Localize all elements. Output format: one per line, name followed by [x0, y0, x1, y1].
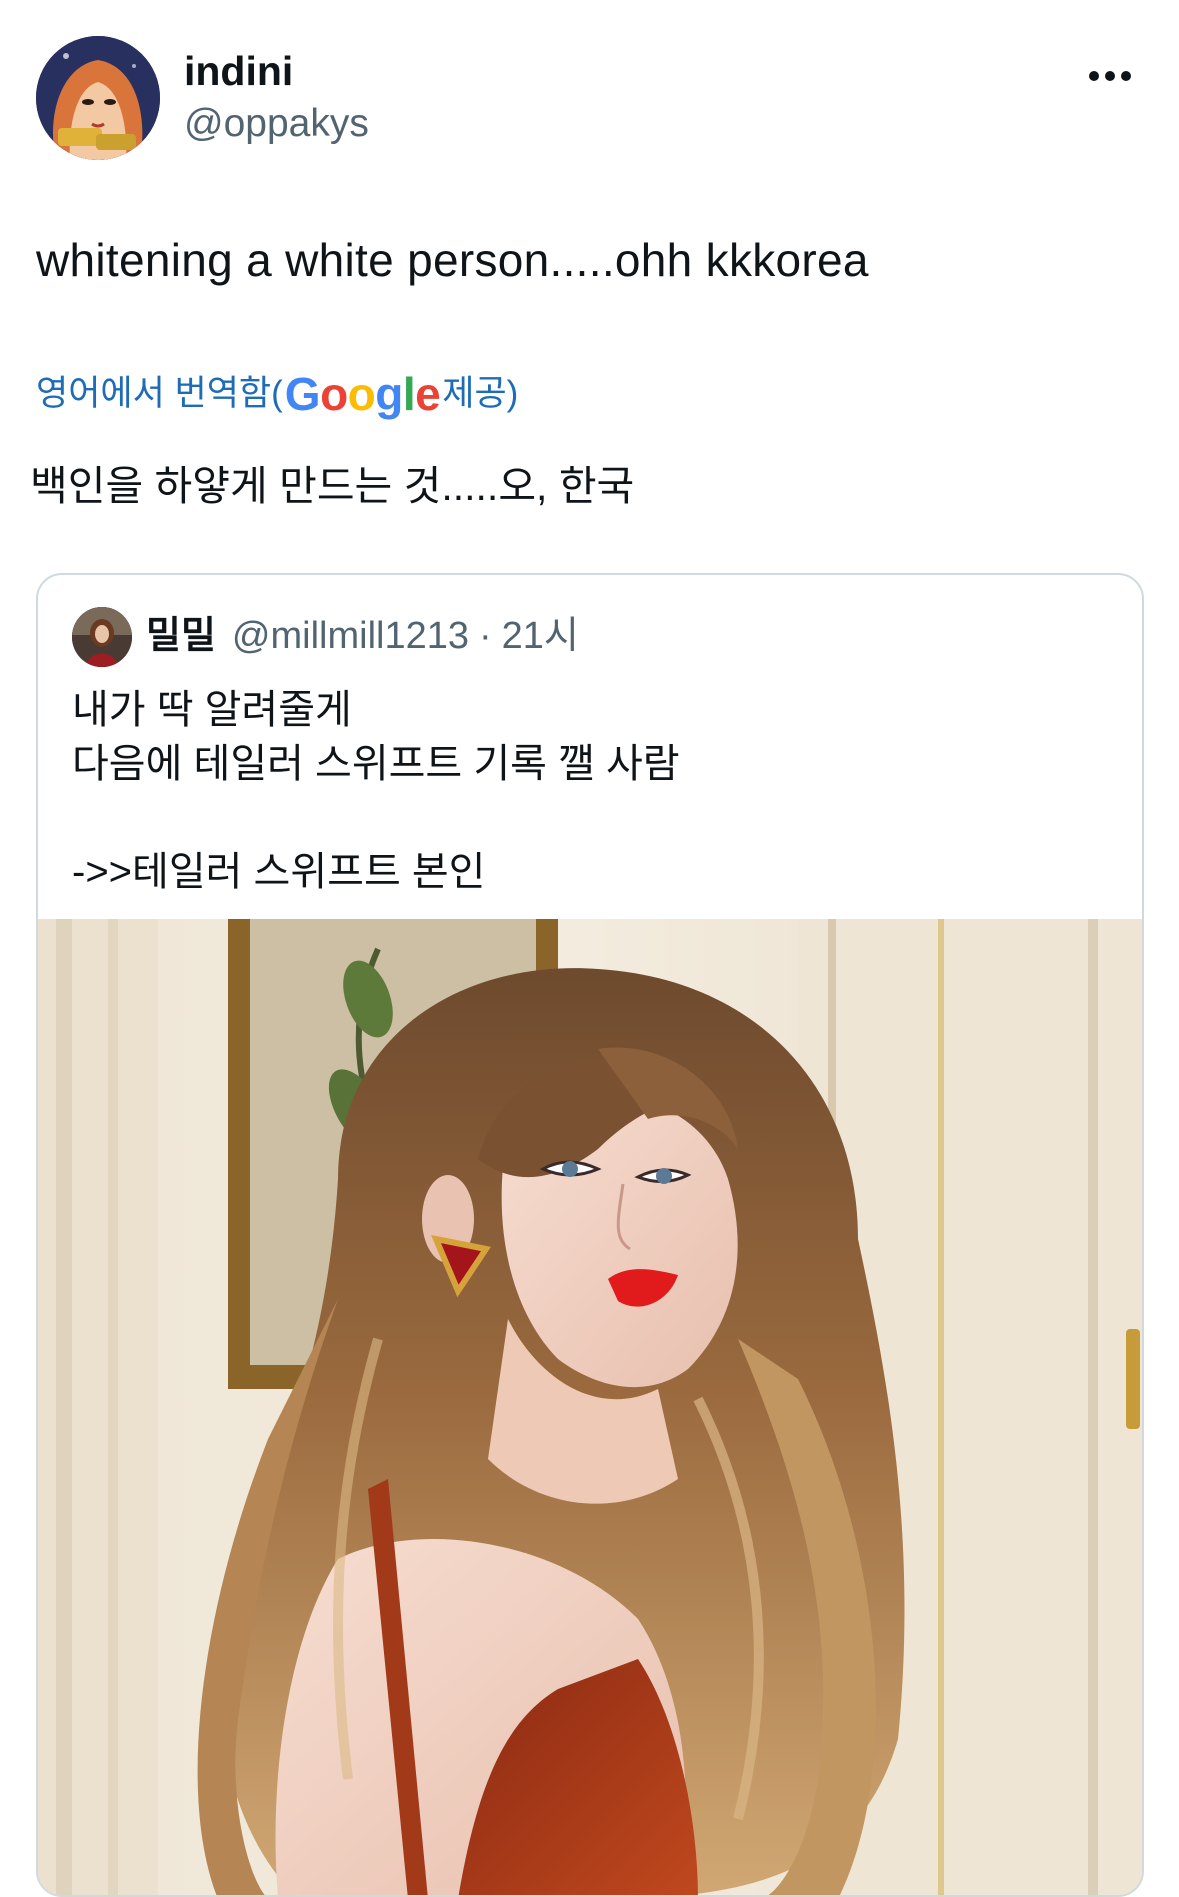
avatar-illustration — [36, 36, 160, 160]
quoted-handle[interactable]: @millmill1213 — [232, 611, 469, 661]
quoted-tweet-header: 밀밀 @millmill1213 · 21시 — [146, 611, 579, 661]
translation-prefix: 영어에서 번역함( — [36, 374, 283, 413]
quoted-text-line: ->>테일러 스위프트 본인 — [72, 850, 486, 894]
translation-suffix: 제공) — [442, 374, 519, 413]
quoted-tweet-card[interactable]: 밀밀 @millmill1213 · 21시 내가 딱 알려줄게 다음에 테일러… — [36, 573, 1144, 1897]
quoted-tweet-text: 내가 딱 알려줄게 다음에 테일러 스위프트 기록 깰 사람 ->>테일러 스위… — [72, 683, 680, 899]
tweet: indini @oppakys whitening a white person… — [0, 0, 1179, 1897]
quoted-display-name[interactable]: 밀밀 — [146, 611, 216, 661]
google-logo: Google — [284, 368, 441, 420]
more-options-button[interactable] — [1080, 56, 1140, 96]
portrait-photo — [38, 919, 1142, 1895]
quoted-tweet-photo[interactable] — [38, 919, 1142, 1895]
translation-attribution[interactable]: 영어에서 번역함( Google 제공) — [36, 370, 518, 418]
author-handle[interactable]: @oppakys — [184, 100, 369, 148]
quoted-text-line — [72, 791, 680, 845]
quoted-text-line: 내가 딱 알려줄게 — [72, 688, 352, 732]
translated-text: 백인을 하얗게 만드는 것.....오, 한국 — [30, 463, 635, 509]
quoted-text-line: 다음에 테일러 스위프트 기록 깰 사람 — [72, 742, 680, 786]
quoted-avatar-photo — [72, 607, 132, 667]
quoted-timestamp[interactable]: 21시 — [502, 611, 579, 661]
tweet-text: whitening a white person.....ohh kkkorea — [36, 234, 869, 286]
author-display-name[interactable]: indini — [184, 46, 293, 96]
author-avatar[interactable] — [36, 36, 160, 160]
more-horizontal-icon — [1089, 71, 1131, 81]
quoted-author-avatar[interactable] — [72, 607, 132, 667]
header-separator: · — [479, 615, 492, 657]
